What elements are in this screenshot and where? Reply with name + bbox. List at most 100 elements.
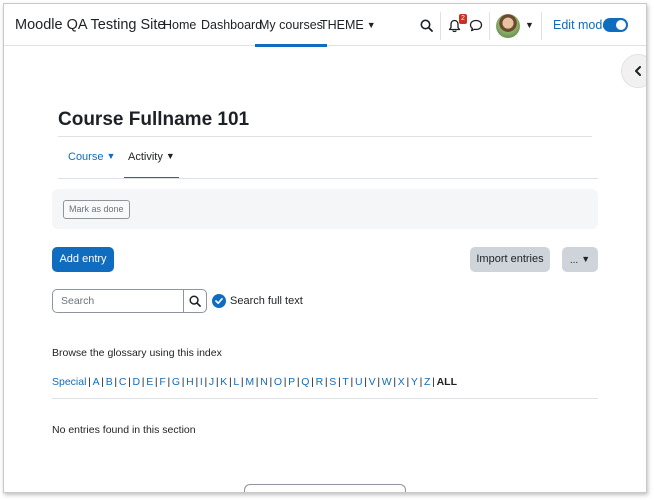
index-letter-j[interactable]: J xyxy=(209,376,214,388)
index-letter-l[interactable]: L xyxy=(233,376,239,388)
glossary-search: Search xyxy=(52,289,207,313)
toggle-knob xyxy=(616,20,626,30)
index-separator: | xyxy=(181,376,185,388)
index-separator: | xyxy=(283,376,287,388)
index-separator: | xyxy=(377,376,381,388)
course-index-drawer-toggle[interactable] xyxy=(621,54,646,88)
chevron-down-icon: ▼ xyxy=(581,254,591,264)
search-input[interactable]: Search xyxy=(52,289,184,313)
divider xyxy=(52,398,598,399)
check-icon xyxy=(215,297,223,304)
index-letter-f[interactable]: F xyxy=(159,376,165,388)
nav-my-courses[interactable]: My courses xyxy=(255,18,327,47)
index-letter-h[interactable]: H xyxy=(186,376,194,388)
more-actions-label: ... xyxy=(569,255,579,266)
index-letter-i[interactable]: I xyxy=(200,376,203,388)
index-separator: | xyxy=(215,376,219,388)
divider xyxy=(489,12,490,40)
index-separator: | xyxy=(101,376,104,388)
index-letter-r[interactable]: R xyxy=(316,376,324,388)
index-separator: | xyxy=(364,376,367,388)
mark-as-done-button[interactable]: Mark as done xyxy=(63,200,130,219)
index-separator: | xyxy=(311,376,314,388)
divider xyxy=(440,12,441,40)
index-separator: | xyxy=(154,376,158,388)
index-letter-t[interactable]: T xyxy=(342,376,348,388)
index-letter-d[interactable]: D xyxy=(133,376,141,388)
index-separator: | xyxy=(255,376,259,388)
index-separator: | xyxy=(432,376,435,388)
search-icon xyxy=(189,295,201,307)
chevron-down-icon[interactable]: ▼ xyxy=(525,20,534,30)
index-separator: | xyxy=(393,376,397,388)
index-letter-u[interactable]: U xyxy=(355,376,363,388)
notification-count-badge: 2 xyxy=(459,14,467,24)
index-letter-a[interactable]: A xyxy=(93,376,100,388)
index-letter-p[interactable]: P xyxy=(288,376,295,388)
chevron-down-icon: ▼ xyxy=(106,151,116,161)
edit-mode-label: Edit mode xyxy=(553,18,610,32)
index-letter-w[interactable]: W xyxy=(382,376,392,388)
index-letter-g[interactable]: G xyxy=(172,376,180,388)
index-letter-v[interactable]: V xyxy=(369,376,376,388)
index-letter-k[interactable]: K xyxy=(220,376,227,388)
browser-window: Moodle QA Testing Site Home Dashboard My… xyxy=(3,3,647,493)
index-all: ALL xyxy=(436,376,457,388)
index-letter-e[interactable]: E xyxy=(146,376,153,388)
search-submit-button[interactable] xyxy=(183,289,207,313)
index-separator: | xyxy=(167,376,171,388)
page-title: Course Fullname 101 xyxy=(58,109,250,130)
site-name[interactable]: Moodle QA Testing Site xyxy=(15,17,165,33)
index-separator: | xyxy=(240,376,244,388)
index-separator: | xyxy=(204,376,208,388)
activity-completion-panel: Mark as done xyxy=(52,189,598,229)
chat-icon[interactable] xyxy=(469,19,483,32)
index-letter-z[interactable]: Z xyxy=(424,376,430,388)
nav-home[interactable]: Home xyxy=(163,18,196,32)
secondary-nav-activity-label: Activity xyxy=(128,151,163,163)
search-full-text-checkbox[interactable] xyxy=(212,294,226,308)
secondary-nav-course[interactable]: Course ▼ xyxy=(68,151,115,163)
divider xyxy=(541,12,542,40)
index-separator: | xyxy=(350,376,354,388)
index-separator: | xyxy=(419,376,423,388)
index-letter-q[interactable]: Q xyxy=(301,376,309,388)
edit-mode-toggle[interactable] xyxy=(603,18,628,32)
index-letter-m[interactable]: M xyxy=(245,376,254,388)
nav-theme[interactable]: THEME ▼ xyxy=(320,18,376,32)
search-full-text-label[interactable]: Search full text xyxy=(230,295,303,307)
nav-dashboard[interactable]: Dashboard xyxy=(201,18,262,32)
top-navbar: Moodle QA Testing Site Home Dashboard My… xyxy=(4,4,646,47)
index-separator: | xyxy=(128,376,131,388)
divider xyxy=(58,136,592,137)
index-letter-b[interactable]: B xyxy=(106,376,113,388)
index-letter-special[interactable]: Special xyxy=(52,376,86,388)
import-entries-button[interactable]: Import entries xyxy=(470,247,550,272)
search-icon[interactable] xyxy=(420,19,433,32)
index-separator: | xyxy=(296,376,300,388)
index-letter-c[interactable]: C xyxy=(119,376,127,388)
index-letter-o[interactable]: O xyxy=(274,376,282,388)
index-separator: | xyxy=(141,376,145,388)
index-letter-s[interactable]: S xyxy=(329,376,336,388)
alphabet-index: Special | A | B | C | D | E | F | G | H | I | J | K | L | M | N | O | P |… xyxy=(52,376,457,388)
user-avatar[interactable] xyxy=(496,14,520,38)
secondary-nav-course-label: Course xyxy=(68,151,104,163)
divider xyxy=(58,178,598,179)
index-separator: | xyxy=(228,376,232,388)
chevron-down-icon: ▼ xyxy=(165,151,175,161)
no-entries-message: No entries found in this section xyxy=(52,424,196,436)
nav-my-courses-label: My courses xyxy=(259,18,323,32)
index-letter-x[interactable]: X xyxy=(398,376,405,388)
index-letter-y[interactable]: Y xyxy=(411,376,418,388)
add-entry-button[interactable]: Add entry xyxy=(52,247,114,272)
index-separator: | xyxy=(269,376,273,388)
secondary-nav-activity[interactable]: Activity ▼ xyxy=(124,151,179,179)
browse-instructions: Browse the glossary using this index xyxy=(52,347,222,359)
more-actions-button[interactable]: ... ▼ xyxy=(562,247,598,272)
index-letter-n[interactable]: N xyxy=(260,376,268,388)
index-separator: | xyxy=(337,376,341,388)
bottom-jump-to-select[interactable] xyxy=(244,484,406,492)
index-separator: | xyxy=(195,376,199,388)
index-separator: | xyxy=(88,376,91,388)
